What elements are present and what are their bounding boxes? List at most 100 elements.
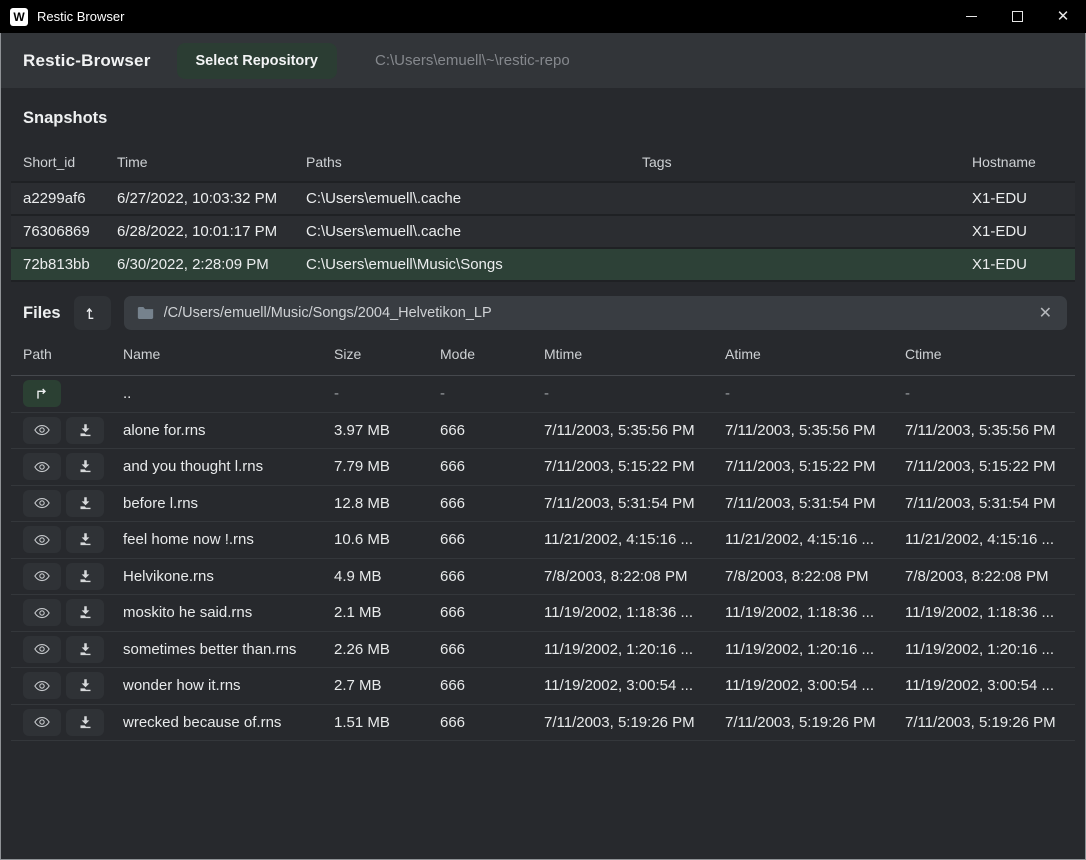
parent-dir-atime: - (713, 385, 893, 402)
file-mtime: 11/21/2002, 4:15:16 ... (532, 531, 713, 548)
file-size: 12.8 MB (322, 495, 428, 512)
column-header-path: Path (11, 346, 111, 362)
file-mtime: 11/19/2002, 1:18:36 ... (532, 604, 713, 621)
preview-file-button[interactable] (23, 526, 61, 553)
files-table: Path Name Size Mode Mtime Atime Ctime (11, 332, 1075, 741)
column-header-mode: Mode (428, 346, 532, 362)
file-size: 1.51 MB (322, 714, 428, 731)
column-header-short-id: Short_id (11, 154, 105, 170)
download-icon (78, 715, 93, 730)
go-up-directory-button[interactable] (74, 296, 111, 330)
file-name: sometimes better than.rns (111, 641, 322, 658)
download-file-button[interactable] (66, 599, 104, 626)
snapshot-time: 6/28/2022, 10:01:17 PM (105, 223, 294, 240)
preview-file-button[interactable] (23, 709, 61, 736)
snapshot-row[interactable]: 72b813bb 6/30/2022, 2:28:09 PM C:\Users\… (11, 249, 1075, 282)
file-atime: 11/19/2002, 3:00:54 ... (713, 677, 893, 694)
arrow-up-from-line-icon (84, 305, 100, 321)
file-mode: 666 (428, 422, 532, 439)
close-button[interactable]: ✕ (1040, 0, 1086, 33)
download-file-button[interactable] (66, 672, 104, 699)
download-file-button[interactable] (66, 453, 104, 480)
select-repository-button[interactable]: Select Repository (177, 43, 338, 79)
parent-dir-ctime: - (893, 385, 1075, 402)
current-path-bar[interactable]: /C/Users/emuell/Music/Songs/2004_Helveti… (124, 296, 1067, 330)
window-title: Restic Browser (37, 9, 124, 24)
file-row: alone for.rns 3.97 MB 666 7/11/2003, 5:3… (11, 413, 1075, 450)
preview-file-button[interactable] (23, 672, 61, 699)
file-ctime: 11/21/2002, 4:15:16 ... (893, 531, 1075, 548)
file-mtime: 11/19/2002, 3:00:54 ... (532, 677, 713, 694)
files-table-header: Path Name Size Mode Mtime Atime Ctime (11, 332, 1075, 376)
clear-path-button[interactable]: ✕ (1037, 303, 1054, 323)
minimize-button[interactable] (948, 0, 994, 33)
column-header-atime: Atime (713, 346, 893, 362)
preview-file-button[interactable] (23, 636, 61, 663)
current-path-text: /C/Users/emuell/Music/Songs/2004_Helveti… (164, 305, 492, 321)
file-mode: 666 (428, 568, 532, 585)
file-name: wonder how it.rns (111, 677, 322, 694)
app-logo-icon: W (10, 8, 28, 26)
download-icon (78, 532, 93, 547)
file-mode: 666 (428, 458, 532, 475)
parent-dir-mtime: - (532, 385, 713, 402)
download-file-button[interactable] (66, 563, 104, 590)
snapshot-hostname: X1-EDU (960, 256, 1075, 273)
file-ctime: 11/19/2002, 1:20:16 ... (893, 641, 1075, 658)
files-bar: Files /C/Users/emuell/Music/Songs/2004_H… (1, 282, 1085, 330)
download-file-button[interactable] (66, 636, 104, 663)
download-file-button[interactable] (66, 417, 104, 444)
maximize-icon (1012, 11, 1023, 22)
parent-dir-size: - (322, 385, 428, 402)
download-icon (78, 423, 93, 438)
column-header-ctime: Ctime (893, 346, 1075, 362)
file-row: wrecked because of.rns 1.51 MB 666 7/11/… (11, 705, 1075, 742)
download-file-button[interactable] (66, 490, 104, 517)
navigate-up-button[interactable] (23, 380, 61, 407)
file-ctime: 7/8/2003, 8:22:08 PM (893, 568, 1075, 585)
snapshots-rows: a2299af6 6/27/2022, 10:03:32 PM C:\Users… (11, 183, 1075, 282)
file-size: 2.26 MB (322, 641, 428, 658)
repository-path: C:\Users\emuell\~\restic-repo (375, 52, 570, 69)
snapshot-time: 6/30/2022, 2:28:09 PM (105, 256, 294, 273)
snapshot-row[interactable]: 76306869 6/28/2022, 10:01:17 PM C:\Users… (11, 216, 1075, 249)
close-icon: ✕ (1057, 9, 1070, 24)
download-icon (78, 678, 93, 693)
file-size: 4.9 MB (322, 568, 428, 585)
snapshot-hostname: X1-EDU (960, 223, 1075, 240)
arrow-up-then-right-icon (34, 386, 50, 402)
snapshots-table-header: Short_id Time Paths Tags Hostname (11, 143, 1075, 183)
eye-icon (33, 421, 51, 439)
files-heading: Files (23, 304, 61, 323)
file-mode: 666 (428, 677, 532, 694)
preview-file-button[interactable] (23, 599, 61, 626)
download-icon (78, 605, 93, 620)
eye-icon (33, 567, 51, 585)
file-mode: 666 (428, 531, 532, 548)
preview-file-button[interactable] (23, 417, 61, 444)
eye-icon (33, 494, 51, 512)
download-file-button[interactable] (66, 709, 104, 736)
file-row: Helvikone.rns 4.9 MB 666 7/8/2003, 8:22:… (11, 559, 1075, 596)
file-mode: 666 (428, 604, 532, 621)
snapshot-short-id: a2299af6 (11, 190, 105, 207)
file-ctime: 7/11/2003, 5:15:22 PM (893, 458, 1075, 475)
minimize-icon (966, 16, 977, 17)
file-mtime: 7/11/2003, 5:31:54 PM (532, 495, 713, 512)
preview-file-button[interactable] (23, 490, 61, 517)
files-rows: alone for.rns 3.97 MB 666 7/11/2003, 5:3… (11, 413, 1075, 742)
eye-icon (33, 458, 51, 476)
parent-dir-mode: - (428, 385, 532, 402)
download-file-button[interactable] (66, 526, 104, 553)
download-icon (78, 642, 93, 657)
snapshot-row[interactable]: a2299af6 6/27/2022, 10:03:32 PM C:\Users… (11, 183, 1075, 216)
app-window: W Restic Browser ✕ Restic-Browser Select… (0, 0, 1086, 860)
preview-file-button[interactable] (23, 453, 61, 480)
snapshot-paths: C:\Users\emuell\.cache (294, 190, 630, 207)
eye-icon (33, 713, 51, 731)
file-mtime: 11/19/2002, 1:20:16 ... (532, 641, 713, 658)
app-header: Restic-Browser Select Repository C:\User… (1, 33, 1085, 88)
file-size: 3.97 MB (322, 422, 428, 439)
maximize-button[interactable] (994, 0, 1040, 33)
preview-file-button[interactable] (23, 563, 61, 590)
